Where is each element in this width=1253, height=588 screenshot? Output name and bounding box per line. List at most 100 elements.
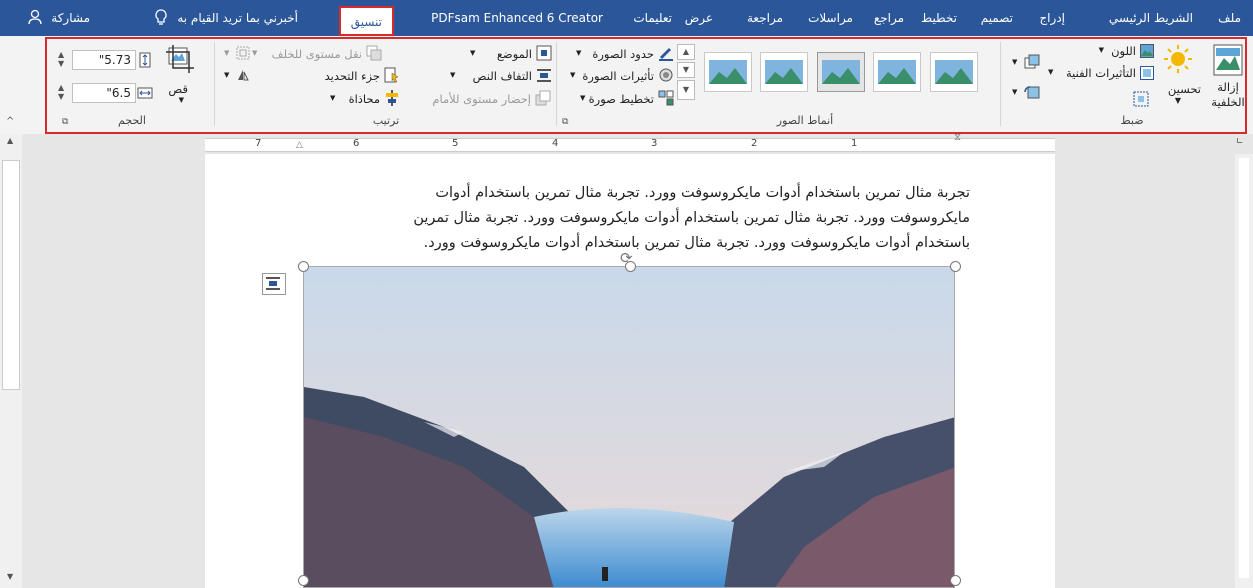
rotate-button[interactable]: ▼ xyxy=(224,68,250,84)
tab-references[interactable]: مراجع xyxy=(874,0,904,36)
artistic-effects-button[interactable]: التأثيرات الفنية ▼ xyxy=(1046,64,1156,82)
chevron-down-icon: ▼ xyxy=(1174,96,1181,105)
left-indent-marker[interactable]: △ xyxy=(296,140,303,150)
artistic-effects-label: التأثيرات الفنية xyxy=(1066,66,1136,80)
transparency-icon[interactable] xyxy=(1133,91,1149,107)
wrap-icon xyxy=(266,277,280,290)
group-divider xyxy=(556,42,557,126)
change-picture-button[interactable]: ▼ xyxy=(1012,84,1040,102)
selection-pane-icon xyxy=(384,67,399,83)
right-indent-marker[interactable]: ⧖ xyxy=(954,132,961,143)
tab-design[interactable]: تصميم xyxy=(981,0,1013,36)
tab-file[interactable]: ملف xyxy=(1218,0,1241,36)
chevron-down-icon: ▼ xyxy=(580,94,586,102)
change-picture-icon xyxy=(1024,86,1040,99)
height-spinner[interactable]: ▲ ▼ xyxy=(58,50,64,68)
crop-button[interactable]: قص ▼ xyxy=(160,44,200,112)
tab-layout[interactable]: تخطيط xyxy=(921,0,957,36)
scroll-down-icon[interactable]: ▼ xyxy=(7,572,13,581)
scroll-up-icon[interactable]: ▲ xyxy=(7,136,13,145)
bring-forward-icon xyxy=(535,90,551,106)
landscape-photo xyxy=(304,267,954,587)
color-label: اللون xyxy=(1111,44,1136,58)
tab-help[interactable]: تعليمات xyxy=(633,0,672,36)
shape-width-input[interactable] xyxy=(72,83,136,103)
tab-view[interactable]: عرض xyxy=(685,0,713,36)
ruler-number: 3 xyxy=(651,138,658,149)
align-label: محاذاة xyxy=(348,92,380,106)
width-spinner[interactable]: ▲ ▼ xyxy=(58,83,64,101)
tell-me-search[interactable]: أخبرني بما تريد القيام به xyxy=(154,0,298,36)
corrections-label: تحسين xyxy=(1167,82,1201,96)
tab-pdfsam[interactable]: PDFsam Enhanced 6 Creator xyxy=(431,0,603,36)
chevron-down-icon: ▼ xyxy=(1012,58,1018,66)
color-button[interactable]: اللون ▼ xyxy=(1098,42,1156,60)
shape-height-input[interactable] xyxy=(72,50,136,70)
chevron-down-icon: ▼ xyxy=(224,71,230,79)
collapse-ribbon-icon[interactable]: ^ xyxy=(6,116,14,127)
picture-style-thumb[interactable] xyxy=(873,52,921,92)
rotate-handle-icon[interactable]: ⟳ xyxy=(620,249,633,267)
left-scrollbar[interactable]: ▲ ▼ xyxy=(0,134,22,588)
selection-pane-button[interactable]: جزء التحديد xyxy=(310,67,400,85)
dialog-launcher-icon[interactable]: ⧉ xyxy=(562,117,568,127)
picture-style-thumb[interactable] xyxy=(930,52,978,92)
share-button[interactable]: مشاركة xyxy=(28,0,90,36)
effects-icon xyxy=(659,68,673,82)
send-backward-label: نقل مستوى للخلف xyxy=(271,47,362,61)
gallery-scroll-down[interactable]: ▼ xyxy=(677,62,695,78)
send-backward-icon xyxy=(366,45,382,61)
tab-format[interactable]: تنسيق xyxy=(338,6,394,36)
arrange-group-label: ترتيب xyxy=(372,114,400,127)
compress-pictures-button[interactable]: ▼ xyxy=(1012,54,1040,72)
resize-handle[interactable] xyxy=(298,575,309,586)
resize-handle[interactable] xyxy=(950,261,961,272)
tab-insert[interactable]: إدراج xyxy=(1039,0,1065,36)
gallery-scroll-up[interactable]: ▲ xyxy=(677,44,695,60)
remove-background-button[interactable]: إزالة الخلفية xyxy=(1208,44,1248,114)
person-icon xyxy=(28,9,43,25)
ruler-number: 7 xyxy=(255,138,262,149)
ruler-number: 4 xyxy=(552,138,559,149)
chevron-down-icon: ▼ xyxy=(570,71,576,79)
ruler-toggle-icon[interactable]: ∟ xyxy=(1236,137,1244,147)
picture-border-button[interactable]: حدود الصورة ▼ xyxy=(576,45,674,63)
position-button[interactable]: الموضع ▼ xyxy=(470,45,552,63)
shape-width-icon xyxy=(137,87,153,99)
group-objects-button[interactable]: ▼ xyxy=(224,46,250,62)
picture-style-thumb[interactable] xyxy=(817,52,865,92)
align-button[interactable]: محاذاة ▼ xyxy=(330,90,400,108)
shape-height-icon xyxy=(139,52,151,68)
paragraph-line: تجربة مثال تمرين باستخدام أدوات مايكروسو… xyxy=(435,185,970,201)
layout-options-icon[interactable] xyxy=(262,273,286,295)
crop-icon xyxy=(166,45,194,73)
picture-style-thumb[interactable] xyxy=(704,52,752,92)
chevron-down-icon: ▼ xyxy=(576,49,582,57)
vertical-ruler xyxy=(1235,154,1253,588)
document-paragraph[interactable]: تجربة مثال تمرين باستخدام أدوات مايكروسو… xyxy=(340,181,970,256)
resize-handle[interactable] xyxy=(298,261,309,272)
tab-review[interactable]: مراجعة xyxy=(747,0,783,36)
picture-style-thumb[interactable] xyxy=(760,52,808,92)
resize-handle[interactable] xyxy=(950,575,961,586)
tab-home[interactable]: الشريط الرئيسي xyxy=(1109,0,1193,36)
corrections-button[interactable]: تحسين ▼ xyxy=(1153,44,1203,114)
tell-me-label: أخبرني بما تريد القيام به xyxy=(177,11,298,25)
gallery-more[interactable]: ▼ xyxy=(677,80,695,100)
position-label: الموضع xyxy=(496,47,532,61)
size-dialog-launcher-icon[interactable]: ⧉ xyxy=(62,117,68,127)
chevron-down-icon: ▼ xyxy=(1048,68,1054,76)
picture-effects-button[interactable]: تأثيرات الصورة ▼ xyxy=(570,67,674,85)
selected-picture[interactable] xyxy=(303,266,955,588)
wrap-text-button[interactable]: التفاف النص ▼ xyxy=(450,67,552,85)
bring-forward-button[interactable]: إحضار مستوى للأمام xyxy=(393,90,551,108)
group-divider xyxy=(1000,42,1001,126)
ruler-number: 1 xyxy=(851,138,858,149)
scroll-thumb[interactable] xyxy=(2,160,20,390)
align-icon xyxy=(386,90,398,106)
picture-layout-icon xyxy=(658,90,674,106)
paragraph-line: مايكروسوفت وورد. تجربة مثال تمرين باستخد… xyxy=(413,210,970,226)
tab-mailings[interactable]: مراسلات xyxy=(808,0,853,36)
ruler-number: 2 xyxy=(751,138,758,149)
picture-layout-button[interactable]: تخطيط صورة ▼ xyxy=(580,90,674,108)
